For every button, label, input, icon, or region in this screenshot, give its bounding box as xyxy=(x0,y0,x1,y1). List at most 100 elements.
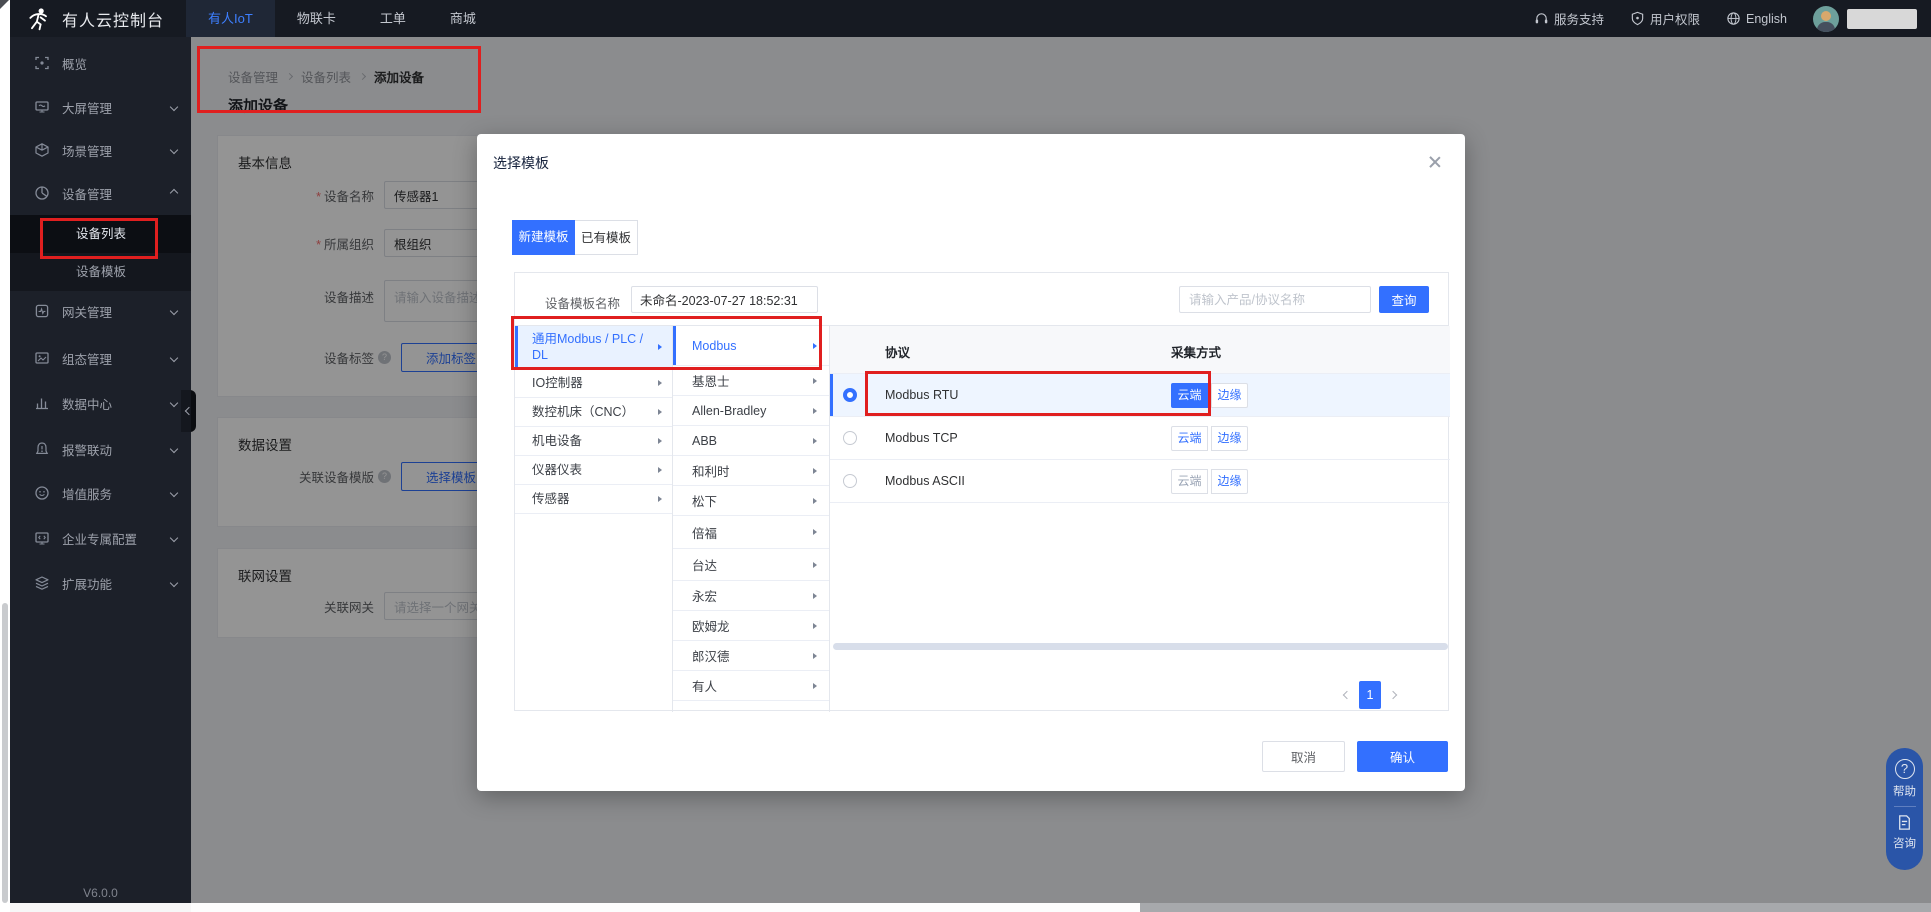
sidebar-item-enterprise-config[interactable]: 企业专属配置 xyxy=(10,516,191,560)
language-label: English xyxy=(1746,12,1787,26)
chevron-down-icon xyxy=(170,307,178,315)
browser-horizontal-scrollbar[interactable] xyxy=(10,903,1931,912)
scrollbar-thumb[interactable] xyxy=(2,603,8,903)
brand-item-omron[interactable]: 欧姆龙 xyxy=(673,611,829,641)
language-switch[interactable]: English xyxy=(1726,11,1787,26)
brand-item-usr[interactable]: 有人 xyxy=(673,671,829,701)
page-number-button[interactable]: 1 xyxy=(1359,681,1381,709)
tab-iot-card[interactable]: 物联卡 xyxy=(275,0,358,37)
sidebar-item-data-center[interactable]: 数据中心 xyxy=(10,381,191,425)
question-icon[interactable]: ? xyxy=(1895,759,1915,779)
scene-icon xyxy=(34,142,50,158)
device-icon xyxy=(34,185,50,201)
category-item-io-controller[interactable]: IO控制器 xyxy=(515,369,672,398)
brand-list: Modbus 基恩士 Allen-Bradley ABB 和利时 xyxy=(673,326,830,712)
edge-mode-button[interactable]: 边缘 xyxy=(1211,426,1248,451)
data-icon xyxy=(34,395,50,411)
sidebar-item-device-mgmt[interactable]: 设备管理 xyxy=(10,171,191,215)
brand-item-fatek[interactable]: 永宏 xyxy=(673,581,829,611)
radio-unselected[interactable] xyxy=(843,474,857,488)
triangle-right-icon xyxy=(813,408,817,414)
help-label[interactable]: 帮助 xyxy=(1893,783,1916,799)
tab-existing-template[interactable]: 已有模板 xyxy=(575,220,638,255)
brand-item-allen-bradley[interactable]: Allen-Bradley xyxy=(673,396,829,426)
extension-icon xyxy=(34,575,50,591)
horizontal-scrollbar[interactable] xyxy=(833,643,1448,650)
top-navbar: 有人云控制台 有人IoT 物联卡 工单 商城 服务支持 用户权限 xyxy=(10,0,1931,37)
tab-new-template[interactable]: 新建模板 xyxy=(512,220,575,255)
cancel-button[interactable]: 取消 xyxy=(1262,741,1345,772)
service-support-menu[interactable]: 服务支持 xyxy=(1534,9,1604,28)
sidebar-item-overview[interactable]: 概览 xyxy=(10,41,191,85)
alarm-icon xyxy=(34,441,50,457)
table-row-modbus-ascii[interactable]: Modbus ASCII 云端 边缘 xyxy=(830,460,1450,503)
category-item-sensor[interactable]: 传感器 xyxy=(515,485,672,514)
prev-page-icon[interactable] xyxy=(1343,691,1351,699)
sidebar-item-scene-mgmt[interactable]: 场景管理 xyxy=(10,128,191,172)
top-nav-tabs: 有人IoT 物联卡 工单 商城 xyxy=(186,0,498,37)
sidebar-item-device-list[interactable]: 设备列表 xyxy=(10,215,191,253)
triangle-right-icon xyxy=(658,496,662,502)
sidebar-item-alarm-linkage[interactable]: 报警联动 xyxy=(10,427,191,471)
category-item-electromech[interactable]: 机电设备 xyxy=(515,427,672,456)
radio-selected[interactable] xyxy=(843,388,857,402)
screen-icon xyxy=(34,99,50,115)
sidebar-item-value-added[interactable]: 增值服务 xyxy=(10,471,191,515)
sidebar-item-extensions[interactable]: 扩展功能 xyxy=(10,561,191,605)
chevron-down-icon xyxy=(170,103,178,111)
radio-unselected[interactable] xyxy=(843,431,857,445)
triangle-right-icon xyxy=(813,468,817,474)
document-icon[interactable] xyxy=(1896,814,1913,831)
brand-item-abb[interactable]: ABB xyxy=(673,426,829,456)
chevron-up-icon xyxy=(170,189,178,197)
category-item-instrument[interactable]: 仪器仪表 xyxy=(515,456,672,485)
table-row-modbus-rtu[interactable]: Modbus RTU 云端 边缘 xyxy=(830,374,1450,417)
cloud-mode-button[interactable]: 云端 xyxy=(1171,426,1208,451)
version-label: V6.0.0 xyxy=(10,886,191,900)
shield-icon xyxy=(1630,11,1645,26)
brand-item-delta[interactable]: 台达 xyxy=(673,549,829,581)
sidebar-item-screen-mgmt[interactable]: 大屏管理 xyxy=(10,85,191,129)
cloud-mode-button[interactable]: 云端 xyxy=(1171,469,1208,494)
consult-label[interactable]: 咨询 xyxy=(1893,835,1916,851)
sidebar-label: 网关管理 xyxy=(62,302,112,321)
username-redacted xyxy=(1847,9,1917,29)
chevron-down-icon xyxy=(170,445,178,453)
brand-item-hollysys[interactable]: 和利时 xyxy=(673,456,829,486)
brand-item-panasonic[interactable]: 松下 xyxy=(673,486,829,516)
chevron-down-icon xyxy=(170,489,178,497)
sidebar-item-config-mgmt[interactable]: 组态管理 xyxy=(10,336,191,380)
close-icon[interactable] xyxy=(1427,154,1443,170)
brand-item-modbus[interactable]: Modbus xyxy=(673,326,829,366)
user-permission-menu[interactable]: 用户权限 xyxy=(1630,9,1700,28)
tab-usr-iot[interactable]: 有人IoT xyxy=(186,0,275,37)
scrollbar-thumb[interactable] xyxy=(191,903,1140,912)
table-row-modbus-tcp[interactable]: Modbus TCP 云端 边缘 xyxy=(830,417,1450,460)
tab-mall[interactable]: 商城 xyxy=(428,0,498,37)
template-name-row: 设备模板名称 查询 xyxy=(515,273,1448,326)
sidebar-item-gateway-mgmt[interactable]: 网关管理 xyxy=(10,289,191,333)
template-name-input[interactable] xyxy=(631,286,818,313)
brand-item-keyence[interactable]: 基恩士 xyxy=(673,366,829,396)
sidebar-label: 企业专属配置 xyxy=(62,529,137,548)
edge-mode-button[interactable]: 边缘 xyxy=(1211,469,1248,494)
confirm-button[interactable]: 确认 xyxy=(1357,741,1448,772)
user-avatar[interactable] xyxy=(1813,6,1839,32)
gateway-icon xyxy=(34,303,50,319)
category-item-modbus-plc[interactable]: 通用Modbus / PLC / DL xyxy=(515,326,672,369)
brand-item-beckhoff[interactable]: 倍福 xyxy=(673,516,829,549)
query-button[interactable]: 查询 xyxy=(1379,286,1429,313)
sidebar-label: 场景管理 xyxy=(62,141,112,160)
protocol-search-input[interactable] xyxy=(1179,286,1371,313)
chevron-down-icon xyxy=(170,354,178,362)
next-page-icon[interactable] xyxy=(1389,691,1397,699)
tab-work-order[interactable]: 工单 xyxy=(358,0,428,37)
sidebar-item-device-template[interactable]: 设备模板 xyxy=(10,253,191,291)
col-method: 采集方式 xyxy=(1171,342,1221,361)
category-item-cnc[interactable]: 数控机床（CNC） xyxy=(515,398,672,427)
brand-item-langhande[interactable]: 郎汉德 xyxy=(673,641,829,671)
browser-vertical-scrollbar[interactable] xyxy=(0,0,10,912)
triangle-right-icon xyxy=(658,409,662,415)
cloud-mode-button[interactable]: 云端 xyxy=(1171,383,1208,408)
edge-mode-button[interactable]: 边缘 xyxy=(1211,383,1248,408)
